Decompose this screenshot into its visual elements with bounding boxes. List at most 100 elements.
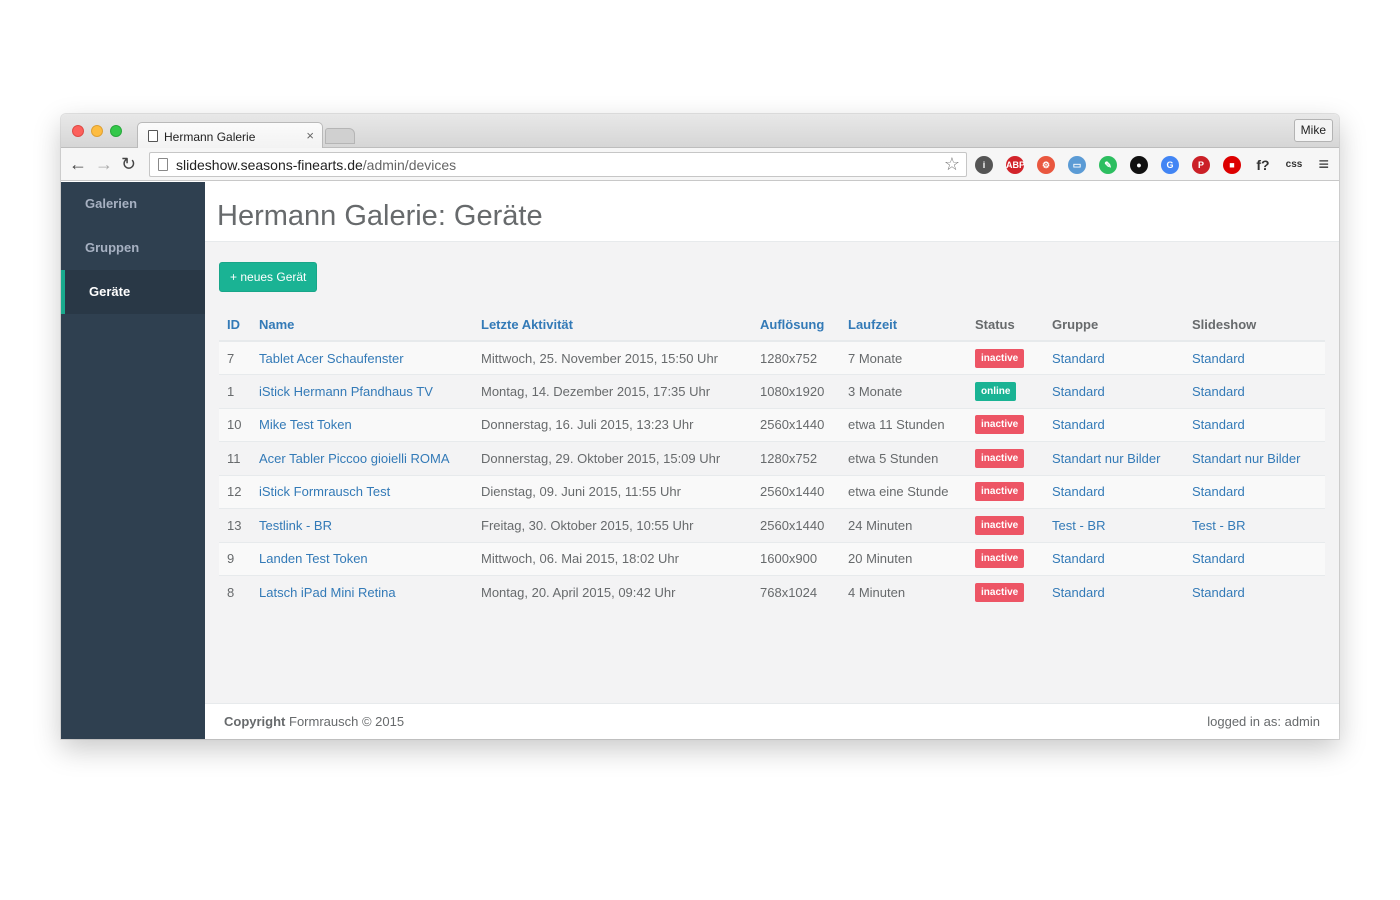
table-cell: 4 Minuten	[840, 575, 967, 609]
zoom-window-icon[interactable]	[110, 125, 122, 137]
device-name-link[interactable]: iStick Hermann Pfandhaus TV	[259, 384, 433, 399]
table-cell: inactive	[967, 441, 1044, 475]
profile-button[interactable]: Mike	[1293, 119, 1333, 142]
tab-close-icon[interactable]: ×	[306, 128, 314, 143]
table-cell: 3 Monate	[840, 374, 967, 408]
close-window-icon[interactable]	[72, 125, 84, 137]
evernote-icon[interactable]: ✎	[1099, 156, 1117, 174]
table-cell: Standard	[1044, 575, 1184, 609]
slideshow-link[interactable]: Standard	[1192, 417, 1245, 432]
table-cell: Acer Tabler Piccoo gioielli ROMA	[251, 441, 473, 475]
device-name-link[interactable]: Mike Test Token	[259, 417, 352, 432]
table-cell: etwa 11 Stunden	[840, 407, 967, 442]
group-link[interactable]: Standard	[1052, 417, 1105, 432]
cell-runtime: 4 Minuten	[848, 585, 906, 600]
group-link[interactable]: Standard	[1052, 484, 1105, 499]
table-cell: 2560x1440	[752, 407, 840, 442]
table-cell: 768x1024	[752, 575, 840, 609]
column-header-runtime[interactable]: Laufzeit	[840, 308, 967, 342]
new-tab-button[interactable]	[325, 128, 355, 144]
status-badge: online	[975, 381, 1017, 401]
cell-resolution: 1280x752	[760, 450, 818, 466]
table-cell: 1280x752	[752, 340, 840, 375]
devices-table: ID Name Letzte Aktivität Auflösung Laufz…	[219, 308, 1325, 609]
minimize-window-icon[interactable]	[91, 125, 103, 137]
slideshow-link[interactable]: Standard	[1192, 484, 1245, 499]
info-icon[interactable]: i	[975, 156, 993, 174]
cell-runtime: 20 Minuten	[848, 551, 913, 567]
adblock-icon[interactable]: ABP	[1006, 156, 1025, 174]
bookmark-star-icon[interactable]: ☆	[944, 154, 960, 175]
table-cell: Standard	[1184, 340, 1325, 375]
table-cell: 1080x1920	[752, 374, 840, 408]
group-link[interactable]: Standard	[1052, 351, 1105, 366]
table-cell: Test - BR	[1044, 508, 1184, 542]
page-icon	[158, 158, 168, 171]
table-cell: Standard	[1044, 474, 1184, 509]
cell-runtime: etwa 5 Stunden	[848, 450, 939, 466]
device-name-link[interactable]: Testlink - BR	[259, 518, 332, 533]
reload-icon[interactable]: ↻	[121, 154, 136, 174]
column-header-resolution[interactable]: Auflösung	[752, 308, 840, 342]
slideshow-link[interactable]: Test - BR	[1192, 518, 1245, 533]
camera-icon[interactable]: ●	[1130, 156, 1148, 174]
flag-de-icon[interactable]: ■	[1223, 156, 1241, 174]
sidebar-item-geraete[interactable]: Geräte	[61, 270, 205, 314]
translate-icon[interactable]: G	[1161, 156, 1179, 174]
new-device-button[interactable]: + neues Gerät	[219, 262, 318, 292]
sidebar: Galerien Gruppen Geräte	[61, 182, 205, 739]
cell-activity: Mittwoch, 06. Mai 2015, 18:02 Uhr	[481, 551, 679, 567]
back-icon[interactable]: ←	[69, 154, 87, 174]
sidebar-item-galerien[interactable]: Galerien	[61, 182, 205, 226]
device-name-link[interactable]: Acer Tabler Piccoo gioielli ROMA	[259, 451, 450, 466]
cell-id: 12	[227, 484, 242, 500]
menu-icon[interactable]: ≡	[1318, 154, 1329, 175]
url-path: /admin/devices	[362, 157, 457, 173]
group-link[interactable]: Test - BR	[1052, 518, 1105, 533]
slideshow-link[interactable]: Standard	[1192, 585, 1245, 600]
footer: Copyright Formrausch © 2015 logged in as…	[205, 703, 1339, 739]
slideshow-link[interactable]: Standart nur Bilder	[1192, 451, 1300, 466]
table-cell: 11	[219, 441, 251, 475]
table-cell: 13	[219, 508, 251, 542]
device-name-link[interactable]: iStick Formrausch Test	[259, 484, 390, 499]
cell-activity: Donnerstag, 16. Juli 2015, 13:23 Uhr	[481, 417, 694, 433]
table-cell: 2560x1440	[752, 508, 840, 542]
table-row: 7 Tablet Acer Schaufenster Mittwoch, 25. N…	[219, 340, 1325, 375]
cell-activity: Donnerstag, 29. Oktober 2015, 15:09 Uhr	[481, 450, 721, 466]
group-link[interactable]: Standard	[1052, 585, 1105, 600]
group-link[interactable]: Standart nur Bilder	[1052, 451, 1160, 466]
table-cell: inactive	[967, 407, 1044, 442]
column-header-activity[interactable]: Letzte Aktivität	[473, 308, 752, 342]
cell-activity: Freitag, 30. Oktober 2015, 10:55 Uhr	[481, 517, 694, 533]
table-cell: Standard	[1184, 575, 1325, 609]
sidebar-item-gruppen[interactable]: Gruppen	[61, 226, 205, 270]
group-link[interactable]: Standard	[1052, 551, 1105, 566]
cell-activity: Dienstag, 09. Juni 2015, 11:55 Uhr	[481, 484, 681, 500]
pinterest-icon[interactable]: P	[1192, 156, 1210, 174]
table-cell: 2560x1440	[752, 474, 840, 509]
device-name-link[interactable]: Latsch iPad Mini Retina	[259, 585, 396, 600]
cell-id: 7	[227, 350, 235, 366]
slideshow-link[interactable]: Standard	[1192, 384, 1245, 399]
device-name-link[interactable]: Tablet Acer Schaufenster	[259, 351, 404, 366]
column-header-name[interactable]: Name	[251, 308, 473, 342]
table-cell: Freitag, 30. Oktober 2015, 10:55 Uhr	[473, 508, 752, 542]
group-link[interactable]: Standard	[1052, 384, 1105, 399]
css-icon[interactable]: css	[1285, 156, 1303, 174]
slideshow-link[interactable]: Standard	[1192, 351, 1245, 366]
browser-tab[interactable]: Hermann Galerie ×	[137, 122, 323, 149]
table-row: 9 Landen Test Token Mittwoch, 06. Mai 2015…	[219, 541, 1325, 576]
table-cell: 1280x752	[752, 441, 840, 475]
cell-runtime: etwa 11 Stunden	[848, 417, 945, 433]
column-header-id[interactable]: ID	[219, 308, 251, 342]
forward-icon[interactable]: →	[95, 154, 113, 174]
slideshow-link[interactable]: Standard	[1192, 551, 1245, 566]
font-icon[interactable]: f?	[1254, 156, 1272, 174]
device-name-link[interactable]: Landen Test Token	[259, 551, 368, 566]
folder-icon[interactable]: ▭	[1068, 156, 1086, 174]
extension-icon[interactable]: ⚙	[1037, 156, 1055, 174]
cell-id: 1	[227, 383, 235, 399]
url-text[interactable]: slideshow.seasons-finearts.de/admin/devi…	[176, 157, 456, 173]
address-bar[interactable]: slideshow.seasons-finearts.de/admin/devi…	[149, 152, 967, 177]
